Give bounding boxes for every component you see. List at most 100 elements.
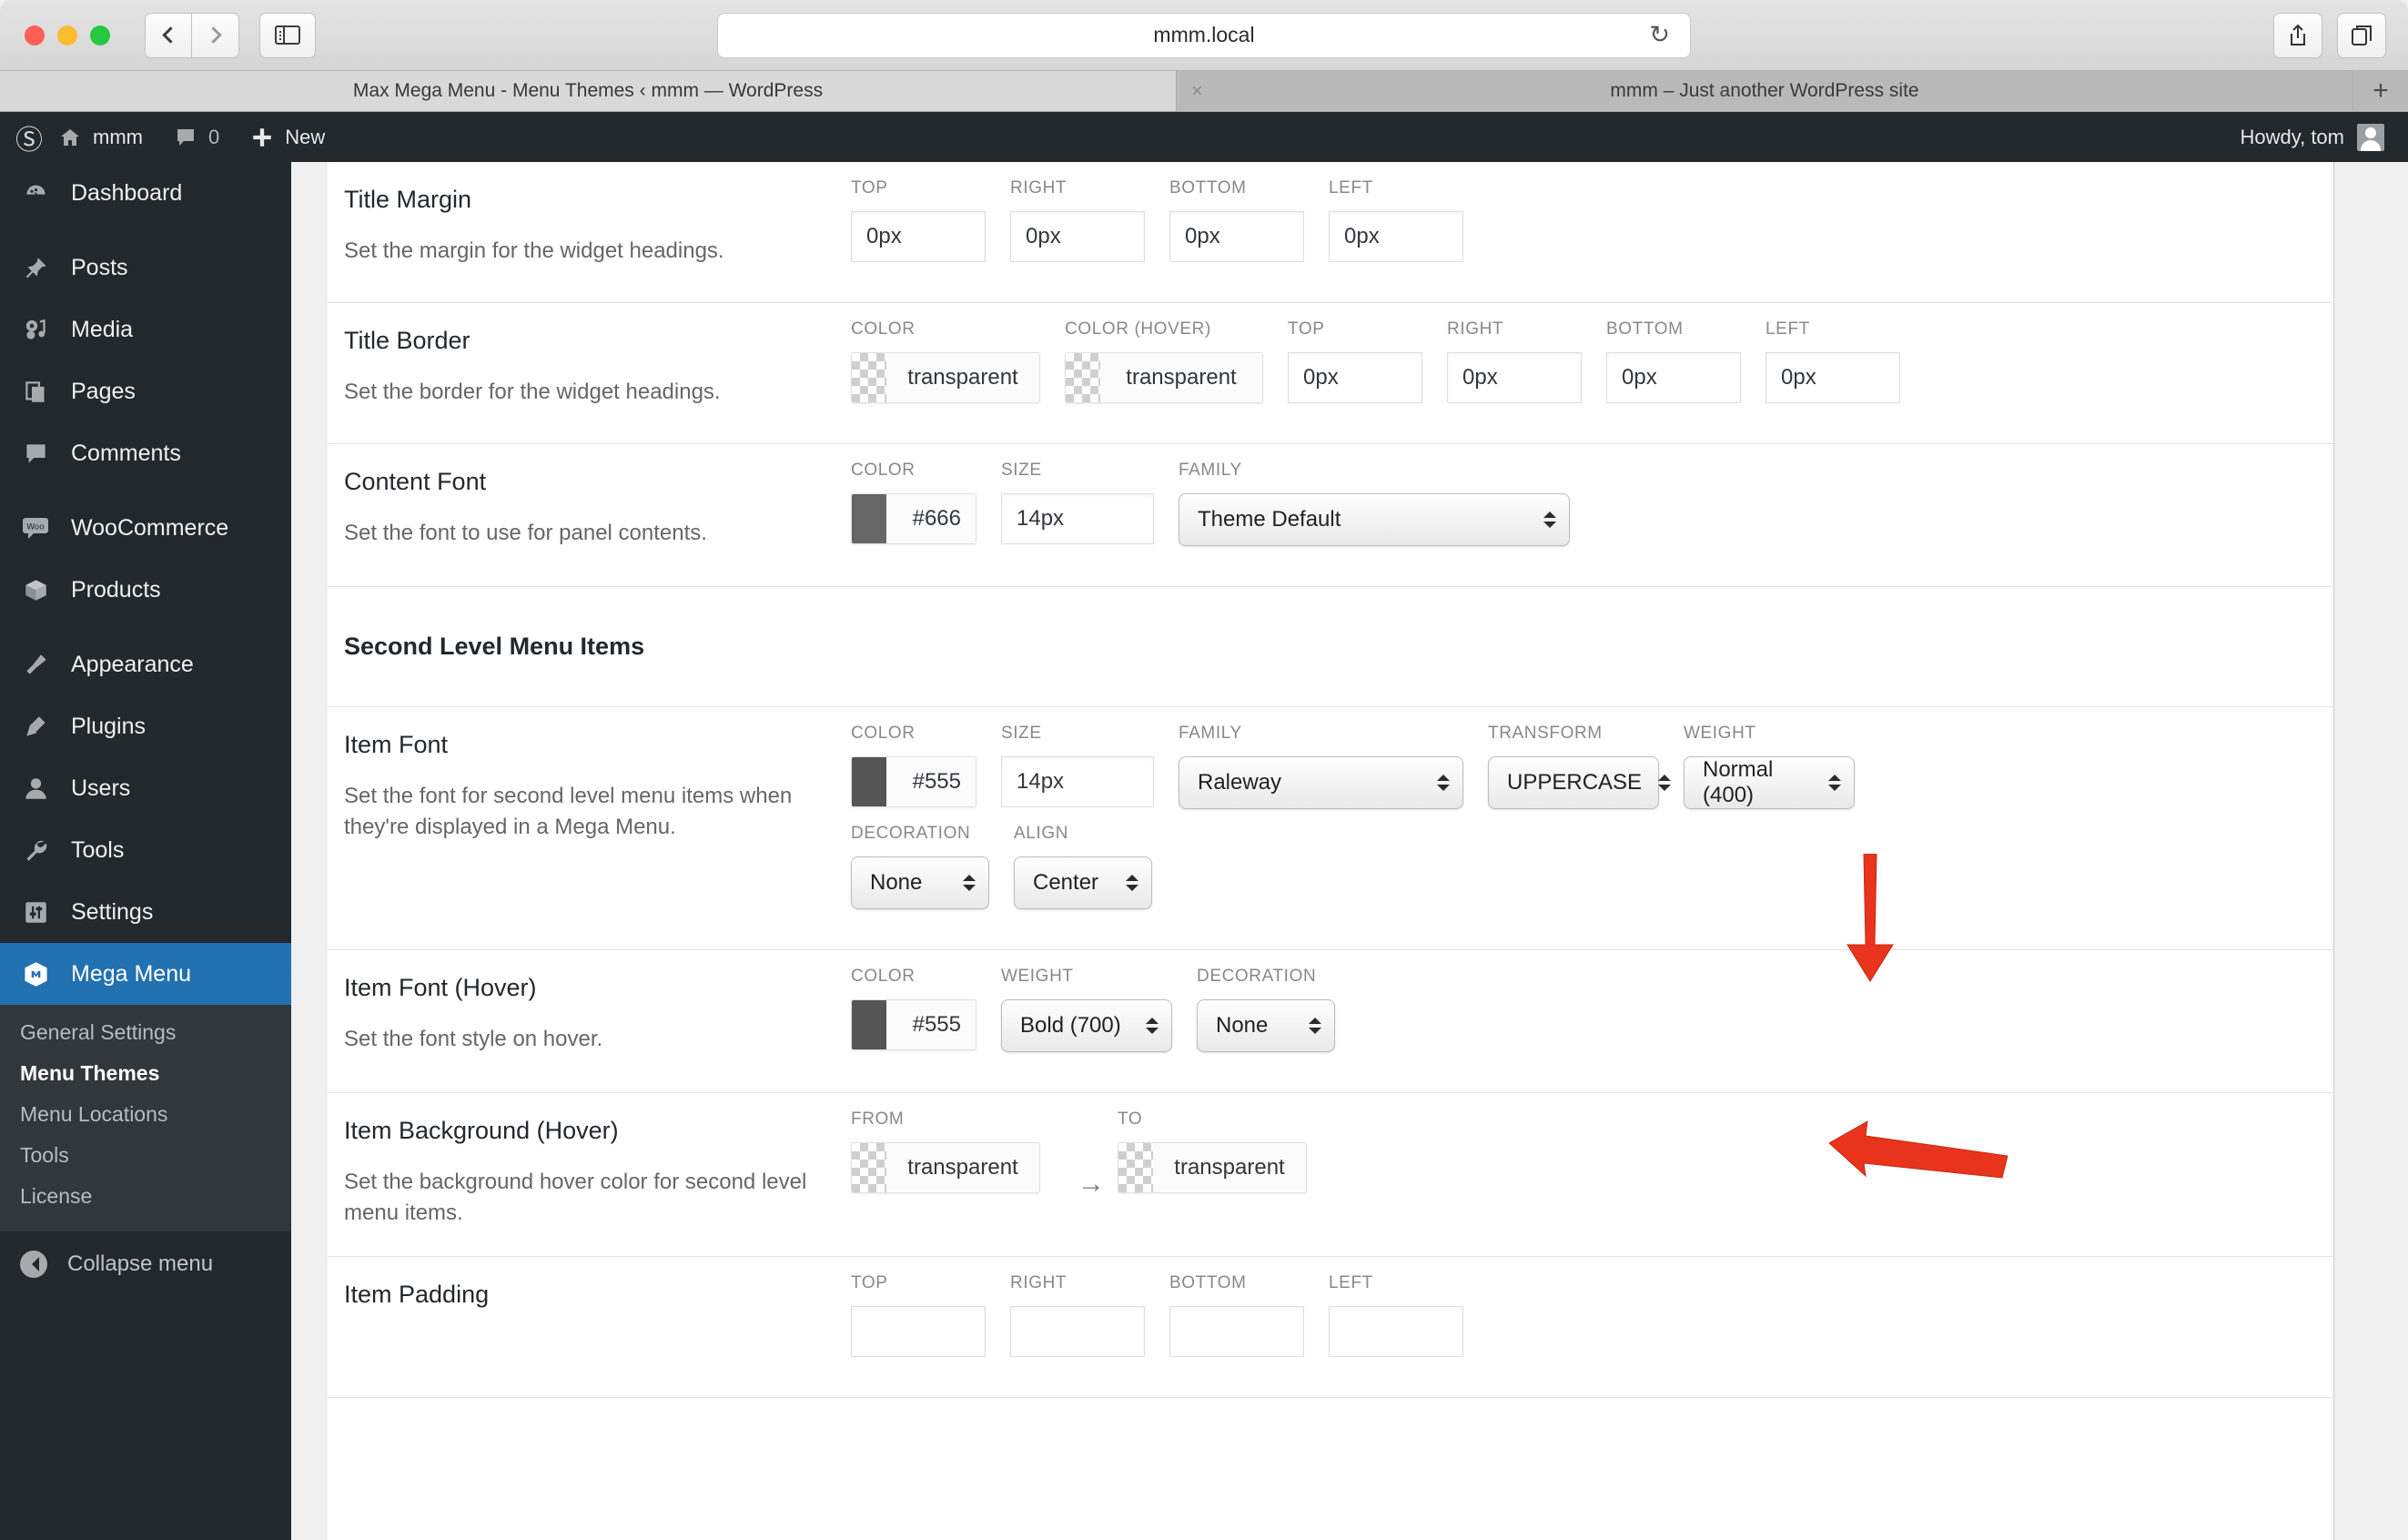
item-padding-right-input[interactable] bbox=[1010, 1306, 1145, 1357]
title-border-color-hover-picker[interactable]: transparent bbox=[1065, 352, 1263, 403]
sidebar-item-users[interactable]: Users bbox=[0, 757, 291, 819]
submenu-item-general-settings[interactable]: General Settings bbox=[0, 1012, 291, 1053]
item-padding-left-input[interactable] bbox=[1329, 1306, 1463, 1357]
title-margin-top-input[interactable]: 0px bbox=[851, 211, 986, 262]
sidebar-item-plugins[interactable]: Plugins bbox=[0, 695, 291, 757]
field-item-padding-left: LEFT bbox=[1329, 1273, 1463, 1357]
title-margin-bottom-input[interactable]: 0px bbox=[1169, 211, 1304, 262]
adminbar-account-menu[interactable]: Howdy, tom bbox=[2240, 124, 2408, 151]
content-font-color-picker[interactable]: #666 bbox=[851, 493, 976, 544]
close-tab-icon[interactable]: × bbox=[1191, 79, 1203, 103]
select-value: Raleway bbox=[1198, 770, 1281, 795]
sidebar-item-woocommerce[interactable]: Woo WooCommerce bbox=[0, 497, 291, 559]
field-label: RIGHT bbox=[1447, 319, 1582, 339]
item-font-transform-select[interactable]: UPPERCASE bbox=[1488, 756, 1659, 809]
browser-tab-1[interactable]: Max Mega Menu - Menu Themes ‹ mmm — Word… bbox=[0, 71, 1177, 111]
field-label: LEFT bbox=[1766, 319, 1900, 339]
pages-icon bbox=[20, 380, 51, 404]
field-title-border-bottom: BOTTOM 0px bbox=[1606, 319, 1741, 403]
color-swatch bbox=[852, 1143, 886, 1192]
row-title: Content Font bbox=[344, 468, 824, 496]
reload-icon[interactable]: ↻ bbox=[1649, 23, 1670, 47]
title-border-bottom-input[interactable]: 0px bbox=[1606, 352, 1741, 403]
title-margin-left-input[interactable]: 0px bbox=[1329, 211, 1463, 262]
title-border-left-input[interactable]: 0px bbox=[1766, 352, 1900, 403]
sidebar-item-media[interactable]: Media bbox=[0, 299, 291, 360]
adminbar-new[interactable]: New bbox=[235, 112, 340, 162]
sidebar-item-label: WooCommerce bbox=[71, 515, 228, 542]
sidebar-item-label: Users bbox=[71, 775, 130, 802]
item-background-hover-to-picker[interactable]: transparent bbox=[1118, 1142, 1307, 1193]
wp-admin-bar: Ⓢ mmm 0 New Howdy, tom bbox=[0, 112, 2408, 162]
item-font-hover-weight-select[interactable]: Bold (700) bbox=[1001, 999, 1172, 1052]
row-label: Title Margin Set the margin for the widg… bbox=[328, 162, 851, 302]
color-value: transparent bbox=[886, 353, 1039, 402]
color-value: transparent bbox=[1100, 353, 1262, 402]
sidebar-item-posts[interactable]: Posts bbox=[0, 237, 291, 299]
sidebar-item-pages[interactable]: Pages bbox=[0, 360, 291, 422]
share-button[interactable] bbox=[2273, 13, 2322, 58]
sidebar-item-mega-menu[interactable]: Mega Menu bbox=[0, 943, 291, 1005]
chevron-updown-icon bbox=[1543, 505, 1556, 534]
address-bar[interactable]: mmm.local ↻ bbox=[717, 13, 1691, 58]
wordpress-logo-icon[interactable]: Ⓢ bbox=[0, 117, 43, 157]
adminbar-comments[interactable]: 0 bbox=[158, 112, 235, 162]
close-window-button[interactable] bbox=[25, 25, 45, 46]
row-title: Item Padding bbox=[344, 1281, 824, 1309]
item-font-align-select[interactable]: Center bbox=[1014, 856, 1152, 909]
svg-text:Woo: Woo bbox=[26, 523, 45, 532]
sidebar-item-tools[interactable]: Tools bbox=[0, 819, 291, 881]
submenu-item-menu-themes[interactable]: Menu Themes bbox=[0, 1053, 291, 1094]
submenu-item-license[interactable]: License bbox=[0, 1176, 291, 1217]
adminbar-site-name[interactable]: mmm bbox=[43, 112, 158, 162]
forward-button[interactable] bbox=[192, 13, 239, 58]
sidebar-toggle-button[interactable] bbox=[259, 13, 316, 58]
back-button[interactable] bbox=[145, 13, 192, 58]
show-tabs-icon bbox=[2351, 25, 2373, 46]
item-font-weight-select[interactable]: Normal (400) bbox=[1684, 756, 1855, 809]
sidebar-item-settings[interactable]: Settings bbox=[0, 881, 291, 943]
row-label: Title Border Set the border for the widg… bbox=[328, 303, 851, 443]
title-border-color-picker[interactable]: transparent bbox=[851, 352, 1040, 403]
item-font-size-input[interactable]: 14px bbox=[1001, 756, 1154, 807]
show-tabs-button[interactable] bbox=[2337, 13, 2386, 58]
content-font-family-select[interactable]: Theme Default bbox=[1179, 493, 1570, 546]
item-font-color-picker[interactable]: #555 bbox=[851, 756, 976, 807]
color-value: transparent bbox=[1153, 1143, 1306, 1192]
color-swatch bbox=[1066, 353, 1100, 402]
minimize-window-button[interactable] bbox=[57, 25, 77, 46]
title-margin-right-input[interactable]: 0px bbox=[1010, 211, 1145, 262]
submenu-item-menu-locations[interactable]: Menu Locations bbox=[0, 1094, 291, 1135]
item-font-hover-color-picker[interactable]: #555 bbox=[851, 999, 976, 1050]
sidebar-item-dashboard[interactable]: Dashboard bbox=[0, 162, 291, 224]
sidebar-item-label: Settings bbox=[71, 899, 153, 926]
select-value: Center bbox=[1033, 870, 1098, 896]
title-border-top-input[interactable]: 0px bbox=[1288, 352, 1422, 403]
address-bar-url: mmm.local bbox=[1153, 23, 1254, 47]
item-padding-top-input[interactable] bbox=[851, 1306, 986, 1357]
content-font-size-input[interactable]: 14px bbox=[1001, 493, 1154, 544]
sidebar-item-products[interactable]: Products bbox=[0, 559, 291, 621]
item-background-hover-from-picker[interactable]: transparent bbox=[851, 1142, 1040, 1193]
new-tab-button[interactable]: + bbox=[2353, 71, 2408, 111]
sidebar-toggle-icon bbox=[275, 25, 300, 45]
field-label: RIGHT bbox=[1010, 178, 1145, 198]
adminbar-comments-count: 0 bbox=[208, 126, 219, 149]
browser-tab-2[interactable]: × mmm – Just another WordPress site bbox=[1177, 71, 2353, 111]
title-border-right-input[interactable]: 0px bbox=[1447, 352, 1582, 403]
item-padding-bottom-input[interactable] bbox=[1169, 1306, 1304, 1357]
field-label: COLOR bbox=[851, 319, 1040, 339]
collapse-arrow-icon bbox=[20, 1251, 47, 1278]
submenu-item-tools[interactable]: Tools bbox=[0, 1135, 291, 1176]
item-font-family-select[interactable]: Raleway bbox=[1179, 756, 1463, 809]
share-icon bbox=[2288, 24, 2308, 47]
field-label: BOTTOM bbox=[1169, 178, 1304, 198]
item-font-hover-decoration-select[interactable]: None bbox=[1197, 999, 1335, 1052]
sidebar-item-appearance[interactable]: Appearance bbox=[0, 633, 291, 695]
maximize-window-button[interactable] bbox=[90, 25, 110, 46]
collapse-menu-button[interactable]: Collapse menu bbox=[0, 1231, 291, 1297]
plug-icon bbox=[20, 714, 51, 739]
field-label: BOTTOM bbox=[1169, 1273, 1304, 1293]
sidebar-item-comments[interactable]: Comments bbox=[0, 422, 291, 484]
item-font-decoration-select[interactable]: None bbox=[851, 856, 989, 909]
